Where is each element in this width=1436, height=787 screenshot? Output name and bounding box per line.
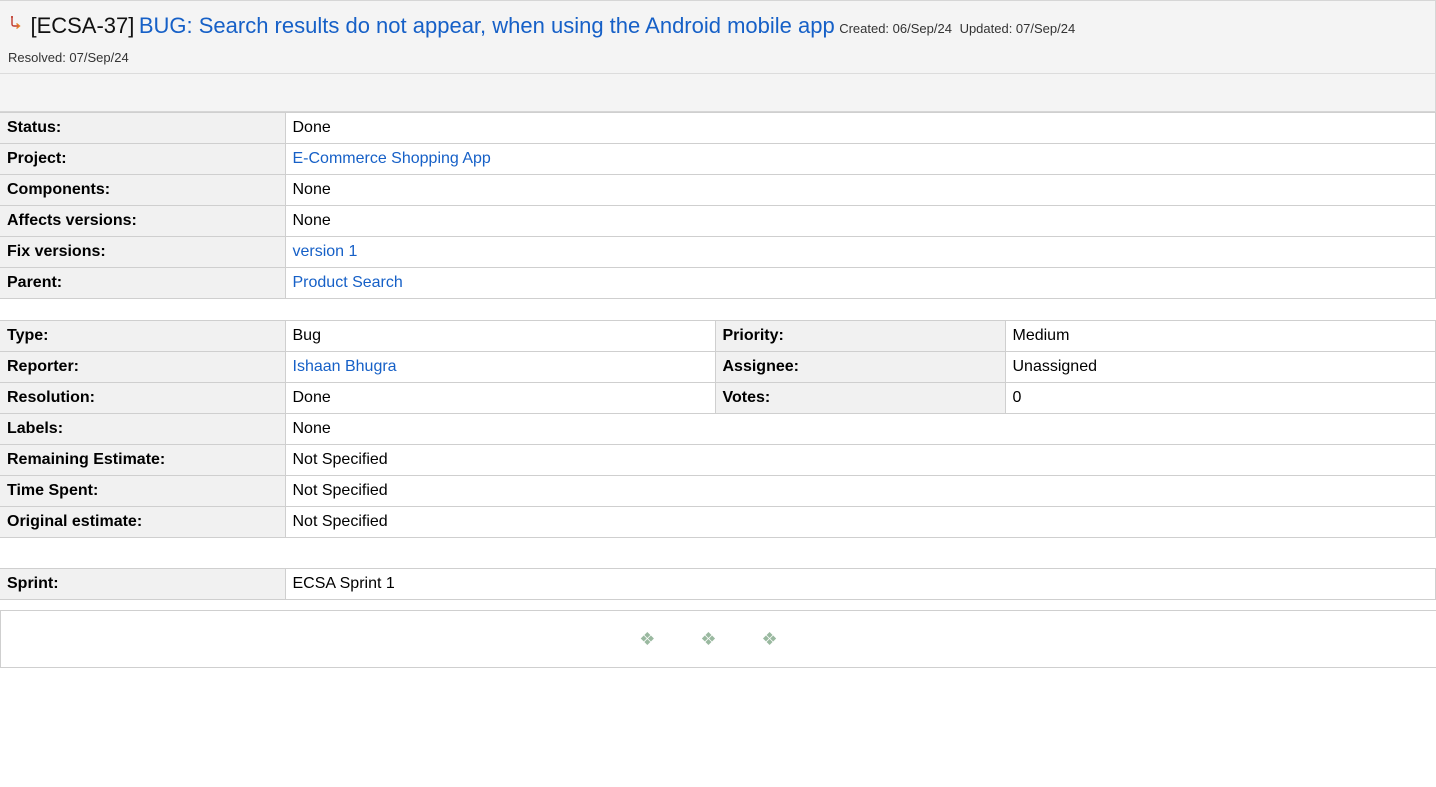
priority-value: Medium <box>1004 320 1436 352</box>
table-row: Fix versions: version 1 <box>0 236 1436 268</box>
table-row: Time Spent: Not Specified <box>0 475 1436 507</box>
project-label: Project: <box>0 143 285 175</box>
table-row: Status: Done <box>0 112 1436 144</box>
affects-versions-label: Affects versions: <box>0 205 285 237</box>
ornament-icon: ❖ ❖ ❖ <box>639 628 798 649</box>
created-date: Created: 06/Sep/24 <box>839 21 952 36</box>
components-value: None <box>284 174 1436 206</box>
table-row: Sprint: ECSA Sprint 1 <box>0 568 1436 600</box>
issue-key: [ECSA-37] <box>30 13 135 38</box>
sprint-value: ECSA Sprint 1 <box>284 568 1436 600</box>
issue-summary-link[interactable]: BUG: Search results do not appear, when … <box>139 13 835 38</box>
priority-label: Priority: <box>714 320 1005 352</box>
table-row: Labels: None <box>0 413 1436 445</box>
original-estimate-label: Original estimate: <box>0 506 285 538</box>
reporter-link[interactable]: Ishaan Bhugra <box>293 358 397 375</box>
title-line: [ECSA-37] BUG: Search results do not app… <box>0 1 1435 44</box>
bug-subtask-icon <box>8 12 26 42</box>
reporter-label: Reporter: <box>0 351 285 383</box>
affects-versions-value: None <box>284 205 1436 237</box>
resolved-date: Resolved: 07/Sep/24 <box>8 50 129 65</box>
votes-label: Votes: <box>714 382 1005 414</box>
table-row: Reporter: Ishaan Bhugra Assignee: Unassi… <box>0 351 1436 383</box>
resolution-value: Done <box>284 382 715 414</box>
project-link[interactable]: E-Commerce Shopping App <box>293 150 491 167</box>
sprint-table: Sprint: ECSA Sprint 1 <box>0 568 1436 600</box>
components-label: Components: <box>0 174 285 206</box>
votes-value: 0 <box>1004 382 1436 414</box>
fix-versions-label: Fix versions: <box>0 236 285 268</box>
table-row: Components: None <box>0 174 1436 206</box>
status-value: Done <box>284 112 1436 144</box>
footer-ornament-box: ❖ ❖ ❖ <box>0 610 1436 668</box>
table-row: Remaining Estimate: Not Specified <box>0 444 1436 476</box>
fix-version-link[interactable]: version 1 <box>293 243 358 260</box>
people-table: Type: Bug Priority: Medium Reporter: Ish… <box>0 320 1436 538</box>
time-spent-label: Time Spent: <box>0 475 285 507</box>
type-label: Type: <box>0 320 285 352</box>
table-row: Resolution: Done Votes: 0 <box>0 382 1436 414</box>
original-estimate-value: Not Specified <box>284 506 1436 538</box>
header-spacer <box>0 73 1435 111</box>
table-row: Original estimate: Not Specified <box>0 506 1436 538</box>
parent-link[interactable]: Product Search <box>293 274 403 291</box>
remaining-estimate-value: Not Specified <box>284 444 1436 476</box>
table-row: Parent: Product Search <box>0 267 1436 299</box>
issue-header: [ECSA-37] BUG: Search results do not app… <box>0 0 1436 112</box>
table-row: Project: E-Commerce Shopping App <box>0 143 1436 175</box>
updated-date: Updated: 07/Sep/24 <box>959 21 1076 36</box>
assignee-value: Unassigned <box>1004 351 1436 383</box>
table-row: Affects versions: None <box>0 205 1436 237</box>
details-table: Status: Done Project: E-Commerce Shoppin… <box>0 112 1436 299</box>
time-spent-value: Not Specified <box>284 475 1436 507</box>
assignee-label: Assignee: <box>714 351 1005 383</box>
sprint-label: Sprint: <box>0 568 285 600</box>
type-value: Bug <box>284 320 715 352</box>
labels-value: None <box>284 413 1436 445</box>
remaining-estimate-label: Remaining Estimate: <box>0 444 285 476</box>
parent-label: Parent: <box>0 267 285 299</box>
table-row: Type: Bug Priority: Medium <box>0 320 1436 352</box>
status-label: Status: <box>0 112 285 144</box>
issue-dates: Created: 06/Sep/24 Updated: 07/Sep/24 <box>839 21 1079 36</box>
resolution-label: Resolution: <box>0 382 285 414</box>
labels-label: Labels: <box>0 413 285 445</box>
